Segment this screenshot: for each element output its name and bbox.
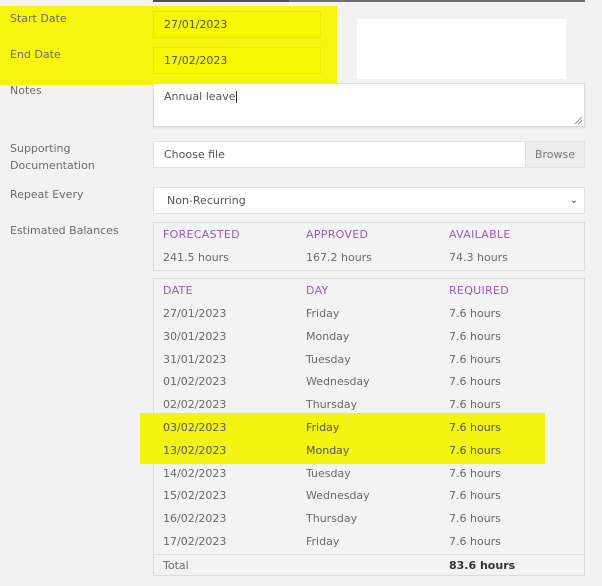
row-required: 7.6 hours bbox=[449, 466, 501, 480]
row-day: Monday bbox=[306, 443, 350, 457]
browse-button[interactable]: Browse bbox=[525, 142, 584, 167]
row-date: 30/01/2023 bbox=[163, 329, 227, 343]
row-day: Friday bbox=[306, 535, 340, 548]
end-date-label: End Date bbox=[10, 48, 61, 61]
label-line-1: Supporting bbox=[10, 142, 71, 155]
available-value: 74.3 hours bbox=[449, 251, 508, 264]
chevron-down-icon: ⌄ bbox=[569, 195, 578, 206]
supporting-documentation-label: Supporting Documentation bbox=[10, 140, 95, 174]
row-required: 7.6 hours bbox=[449, 443, 501, 457]
row-date: 17/02/2023 bbox=[163, 535, 227, 548]
row-required: 7.6 hours bbox=[449, 307, 501, 320]
blank-panel bbox=[357, 19, 566, 79]
row-required: 7.6 hours bbox=[449, 489, 501, 503]
resize-handle-icon[interactable] bbox=[575, 117, 582, 124]
row-day: Monday bbox=[306, 329, 350, 343]
text-caret bbox=[235, 91, 237, 103]
balances-panel: FORECASTED APPROVED AVAILABLE 241.5 hour… bbox=[153, 222, 585, 271]
row-day: Thursday bbox=[306, 512, 358, 526]
row-required: 7.6 hours bbox=[449, 535, 501, 548]
estimated-balances-label: Estimated Balances bbox=[10, 224, 119, 237]
notes-value: Annual leave bbox=[164, 90, 236, 103]
row-day: Thursday bbox=[306, 398, 358, 412]
file-input[interactable]: Choose file Browse bbox=[153, 141, 585, 168]
notes-label: Notes bbox=[10, 84, 42, 97]
row-day: Wednesday bbox=[306, 375, 370, 389]
row-day: Tuesday bbox=[306, 466, 351, 480]
row-required: 7.6 hours bbox=[449, 421, 501, 434]
row-date: 03/02/2023 bbox=[163, 421, 227, 434]
row-day: Tuesday bbox=[306, 352, 351, 366]
row-date: 31/01/2023 bbox=[163, 352, 227, 366]
notes-textarea[interactable]: Annual leave bbox=[153, 83, 585, 127]
row-date: 15/02/2023 bbox=[163, 489, 227, 503]
row-day: Friday bbox=[306, 307, 340, 320]
row-required: 7.6 hours bbox=[449, 398, 501, 412]
end-date-input[interactable]: 17/02/2023 bbox=[153, 47, 321, 74]
required-header: REQUIRED bbox=[449, 284, 510, 297]
repeat-every-select[interactable]: Non-Recurring ⌄ bbox=[153, 187, 585, 214]
row-date: 13/02/2023 bbox=[163, 443, 227, 457]
active-tab-indicator bbox=[153, 0, 289, 2]
repeat-every-value: Non-Recurring bbox=[167, 194, 246, 207]
top-tab-bar bbox=[153, 0, 585, 2]
total-divider bbox=[154, 554, 584, 555]
forecasted-header: FORECASTED bbox=[163, 228, 240, 241]
row-required: 7.6 hours bbox=[449, 352, 501, 366]
row-day: Wednesday bbox=[306, 489, 370, 503]
total-value: 83.6 hours bbox=[449, 559, 516, 572]
approved-value: 167.2 hours bbox=[306, 251, 372, 264]
row-date: 27/01/2023 bbox=[163, 307, 227, 320]
approved-header: APPROVED bbox=[306, 228, 369, 241]
date-header: DATE bbox=[163, 284, 193, 297]
label-line-2: Documentation bbox=[10, 159, 95, 172]
start-date-label: Start Date bbox=[10, 12, 67, 25]
start-date-input[interactable]: 27/01/2023 bbox=[153, 11, 321, 38]
row-day: Friday bbox=[306, 421, 340, 434]
row-required: 7.6 hours bbox=[449, 329, 501, 343]
available-header: AVAILABLE bbox=[449, 228, 511, 241]
row-date: 01/02/2023 bbox=[163, 375, 227, 389]
file-input-placeholder: Choose file bbox=[164, 148, 225, 161]
row-date: 14/02/2023 bbox=[163, 466, 227, 480]
row-date: 02/02/2023 bbox=[163, 398, 227, 412]
row-required: 7.6 hours bbox=[449, 512, 501, 526]
row-required: 7.6 hours bbox=[449, 375, 501, 389]
total-label: Total bbox=[163, 559, 189, 572]
day-header: DAY bbox=[306, 284, 329, 297]
row-date: 16/02/2023 bbox=[163, 512, 227, 526]
repeat-every-label: Repeat Every bbox=[10, 188, 84, 201]
forecasted-value: 241.5 hours bbox=[163, 251, 229, 264]
